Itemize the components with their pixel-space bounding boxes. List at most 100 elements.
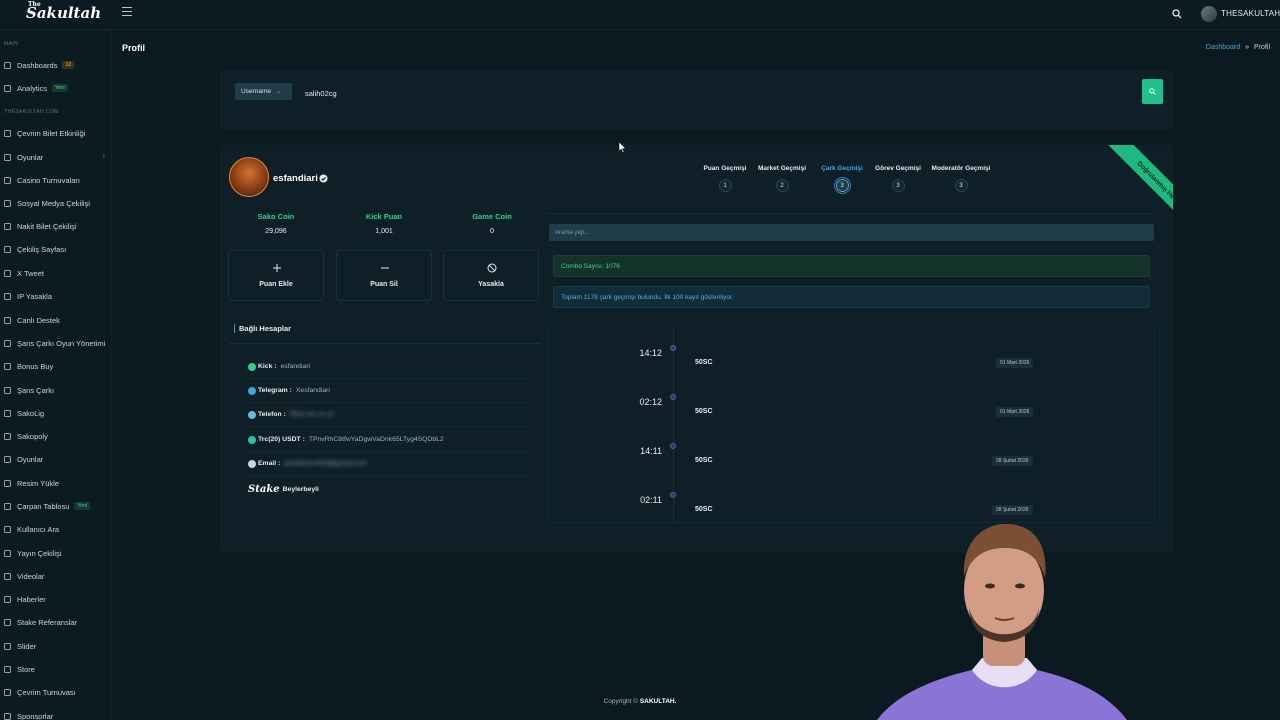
kick-icon	[248, 362, 256, 371]
ban-user-button[interactable]: Yasakla	[443, 250, 539, 301]
profile-card: esfandiari Sako Coin 29,096 Kick Puan 1,…	[220, 145, 1173, 553]
sidebar-item-yayin-cekilisi[interactable]: Yayın Çekilişi	[4, 546, 110, 560]
sidebar-item-slider[interactable]: Slider	[4, 639, 110, 653]
gift-icon	[4, 245, 11, 253]
divider	[548, 213, 1155, 214]
sidebar-item-sans-carki-yonetimi[interactable]: Şans Çarkı Oyun Yönetimi	[4, 336, 110, 350]
sidebar-item-stake-referanslar[interactable]: Stake Referanslar	[4, 615, 110, 629]
linked-kick: Kick : esfandiari	[248, 355, 530, 379]
breadcrumb-home-link[interactable]: Dashboard	[1206, 44, 1240, 51]
linked-trc20: Trc(20) USDT : TPnvRhC8tfwYaDgwVaDnk65LT…	[248, 428, 530, 452]
sidebar-section-main: MAIN	[4, 41, 19, 47]
sidebar-item-label: Şans Çarkı Oyun Yönetimi	[17, 338, 106, 348]
remove-points-button[interactable]: Puan Sil	[336, 250, 432, 301]
tab-market-gecmisi[interactable]: Market Geçmişi 2	[757, 165, 807, 192]
sidebar-item-oyunlar-2[interactable]: Oyunlar	[4, 452, 110, 466]
sidebar-item-store[interactable]: Store	[4, 662, 110, 676]
entry-time: 14:11	[640, 446, 662, 456]
gamepad-icon	[4, 455, 11, 463]
cash-icon	[4, 222, 11, 230]
tab-label: Çark Geçmişi	[821, 165, 863, 172]
tournament-icon	[4, 688, 11, 696]
linked-key: Kick :	[258, 363, 277, 370]
sidebar-item-analytics[interactable]: Analytics Yeni	[4, 81, 110, 95]
page-title: Profil	[122, 43, 146, 53]
tab-cark-gecmisi[interactable]: Çark Geçmişi 3	[817, 165, 867, 192]
sidebar-item-label: Çevrim Bilet Etkinliği	[17, 128, 86, 138]
linked-value: Beylerbeyli	[282, 485, 319, 493]
tab-step: 1	[718, 179, 732, 192]
linked-key: Trc(20) USDT :	[258, 436, 305, 443]
sidebar-item-dashboards[interactable]: Dashboards 12	[4, 58, 110, 72]
sidebar-item-resim-yukle[interactable]: Resim Yükle	[4, 476, 110, 490]
sponsor-icon	[4, 712, 11, 720]
logo-small-text: The	[28, 1, 41, 8]
sidebar-item-x-tweet[interactable]: X Tweet	[4, 266, 110, 280]
entry-time: 02:12	[639, 397, 662, 407]
sidebar-item-sakolig[interactable]: SakoLig	[4, 406, 110, 420]
ban-icon	[487, 263, 497, 273]
sidebar-item-label: Dashboards	[17, 60, 58, 70]
sidebar-item-sakopoly[interactable]: Sakopoly	[4, 429, 110, 443]
sidebar-item-sosyal-medya[interactable]: Sosyal Medya Çekilişi	[4, 196, 110, 210]
tab-moderator-gecmisi[interactable]: Moderatör Geçmişi 3	[930, 165, 992, 192]
news-icon	[4, 595, 11, 603]
search-icon	[1149, 88, 1156, 95]
stat-value: 1,001	[375, 228, 393, 235]
linked-stake: Stake Beylerbeyli	[248, 477, 530, 501]
sidebar-item-label: Store	[17, 664, 35, 674]
sidebar-item-bonus-buy[interactable]: Bonus Buy	[4, 359, 110, 373]
search-icon[interactable]	[1172, 9, 1182, 19]
tether-icon	[248, 435, 256, 444]
verified-icon	[319, 174, 328, 183]
search-type-select[interactable]: Username ⌄	[235, 83, 292, 100]
sidebar-item-haberler[interactable]: Haberler	[4, 592, 110, 606]
sidebar-item-label: Slider	[17, 641, 37, 651]
tab-puan-gecmisi[interactable]: Puan Geçmişi 1	[700, 165, 750, 192]
minus-icon	[381, 267, 389, 269]
sidebar-item-carpan-tablosu[interactable]: Çarpan Tablosu Yeni	[4, 499, 110, 513]
copyright-brand: SAKULTAH.	[639, 698, 677, 705]
linked-key: Telegram :	[258, 387, 292, 394]
sidebar-item-ip-yasakla[interactable]: IP Yasakla	[4, 289, 110, 303]
sidebar-item-cevrim-turnuvasi[interactable]: Çevrim Turnuvası	[4, 685, 110, 699]
sidebar-item-label: Kullanıcı Ara	[17, 524, 60, 534]
avatar[interactable]	[1201, 6, 1217, 22]
linked-accounts-title: Bağlı Hesaplar	[234, 324, 291, 333]
sidebar-item-nakit-bilet[interactable]: Nakit Bilet Çekilişi	[4, 219, 110, 233]
user-menu-name[interactable]: THESAKULTAH	[1221, 9, 1280, 18]
add-points-button[interactable]: Puan Ekle	[228, 250, 324, 301]
broadcast-icon	[4, 549, 11, 557]
sidebar-item-canli-destek[interactable]: Canlı Destek	[4, 313, 110, 327]
timeline-dot	[670, 492, 676, 498]
stat-label: Game Coin	[472, 212, 512, 221]
sidebar-item-cevrim-bilet[interactable]: Çevrim Bilet Etkinliği	[4, 126, 110, 140]
history-search-input[interactable]	[549, 224, 1154, 241]
store-icon	[4, 665, 11, 673]
timeline-entry: 14:12 50SC 01 Mart 2026	[549, 345, 1156, 378]
board-icon	[4, 432, 11, 440]
sidebar-item-casino-turnuvalari[interactable]: Casino Turnuvaları	[4, 173, 110, 187]
timeline-dot	[670, 443, 676, 449]
new-badge: Yeni	[52, 84, 68, 92]
sidebar-item-cekilis-sayfasi[interactable]: Çekiliş Sayfası	[4, 242, 110, 256]
image-icon	[4, 479, 11, 487]
sidebar-item-kullanici-ara[interactable]: Kullanıcı Ara	[4, 522, 110, 536]
sidebar-section-site: THESAKULTAH.COM	[4, 109, 59, 115]
chevron-right-icon: ›	[102, 153, 105, 160]
menu-toggle-icon[interactable]	[122, 7, 132, 16]
username-search-input[interactable]	[299, 83, 1141, 104]
linked-value: Xesfandiari	[295, 387, 330, 394]
sidebar-item-videolar[interactable]: Videolar	[4, 569, 110, 583]
mouse-cursor-icon	[619, 142, 627, 153]
tab-gorev-gecmisi[interactable]: Görev Geçmişi 3	[873, 165, 923, 192]
sidebar-item-sans-carki[interactable]: Şans Çarkı	[4, 383, 110, 397]
entry-time: 14:12	[639, 348, 662, 358]
sidebar-item-sponsorlar[interactable]: Sponsorlar	[4, 709, 110, 720]
search-button[interactable]	[1142, 79, 1163, 104]
sidebar-item-oyunlar[interactable]: Oyunlar ›	[4, 150, 110, 164]
copyright-text: Copyright ©	[603, 698, 638, 705]
logo[interactable]: The Sakultah	[26, 1, 101, 22]
table-icon	[4, 502, 11, 510]
entry-date-badge: 01 Mart 2026	[996, 358, 1034, 368]
